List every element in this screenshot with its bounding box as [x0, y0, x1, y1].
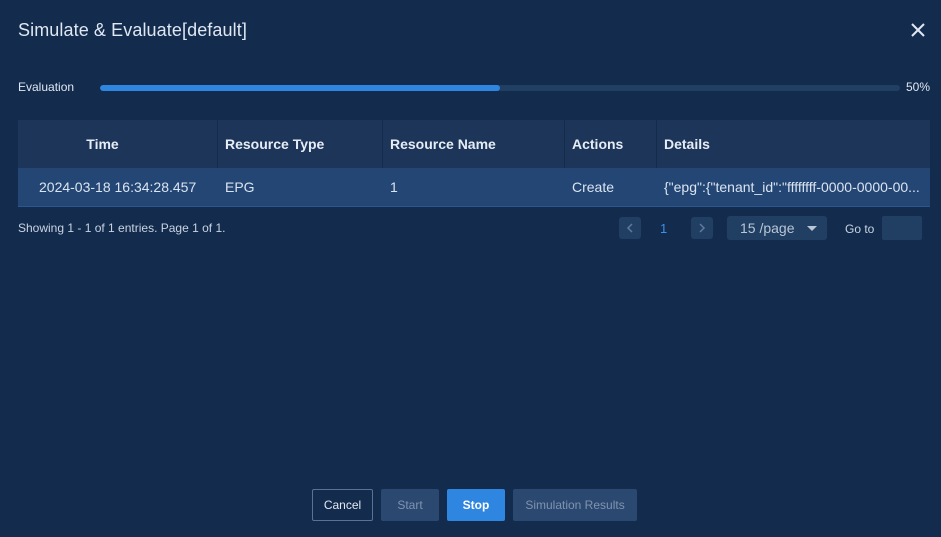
column-header-resource-type[interactable]: Resource Type	[218, 120, 383, 168]
caret-down-icon	[807, 226, 817, 231]
next-page-button[interactable]	[691, 217, 713, 239]
table-row[interactable]: 2024-03-18 16:34:28.457 EPG 1 Create {"e…	[18, 168, 930, 207]
table-header: Time Resource Type Resource Name Actions…	[18, 120, 930, 168]
start-button[interactable]: Start	[381, 489, 439, 521]
stop-button[interactable]: Stop	[447, 489, 505, 521]
evaluation-progress: Evaluation 50%	[18, 78, 930, 98]
column-header-details[interactable]: Details	[657, 120, 930, 168]
cell-details[interactable]: {"epg":{"tenant_id":"ffffffff-0000-0000-…	[657, 168, 930, 206]
chevron-right-icon	[699, 223, 706, 233]
chevron-left-icon	[626, 223, 633, 233]
progress-fill	[100, 85, 500, 91]
column-header-actions[interactable]: Actions	[565, 120, 657, 168]
cell-resource-name: 1	[390, 179, 398, 195]
progress-percent: 50%	[905, 80, 930, 94]
goto-page-input[interactable]	[882, 216, 922, 240]
page-size-select[interactable]: 15 /page	[727, 216, 827, 240]
simulate-evaluate-dialog: Simulate & Evaluate[default] Evaluation …	[0, 0, 941, 537]
progress-label: Evaluation	[18, 80, 75, 94]
cancel-button[interactable]: Cancel	[312, 489, 373, 521]
simulation-results-button[interactable]: Simulation Results	[513, 489, 637, 521]
page-size-value: 15 /page	[740, 220, 795, 236]
page-number-current[interactable]: 1	[660, 221, 667, 236]
column-header-resource-name[interactable]: Resource Name	[383, 120, 565, 168]
results-table: Time Resource Type Resource Name Actions…	[18, 120, 930, 207]
cell-time: 2024-03-18 16:34:28.457	[39, 179, 197, 195]
prev-page-button[interactable]	[619, 217, 641, 239]
pagination-info: Showing 1 - 1 of 1 entries. Page 1 of 1.	[18, 221, 226, 235]
dialog-title: Simulate & Evaluate[default]	[18, 20, 247, 40]
goto-label: Go to	[845, 222, 875, 236]
cell-resource-type: EPG	[225, 179, 255, 195]
close-icon[interactable]	[909, 21, 927, 39]
column-header-time[interactable]: Time	[18, 120, 218, 168]
cell-action: Create	[572, 179, 615, 195]
progress-track	[100, 85, 900, 91]
